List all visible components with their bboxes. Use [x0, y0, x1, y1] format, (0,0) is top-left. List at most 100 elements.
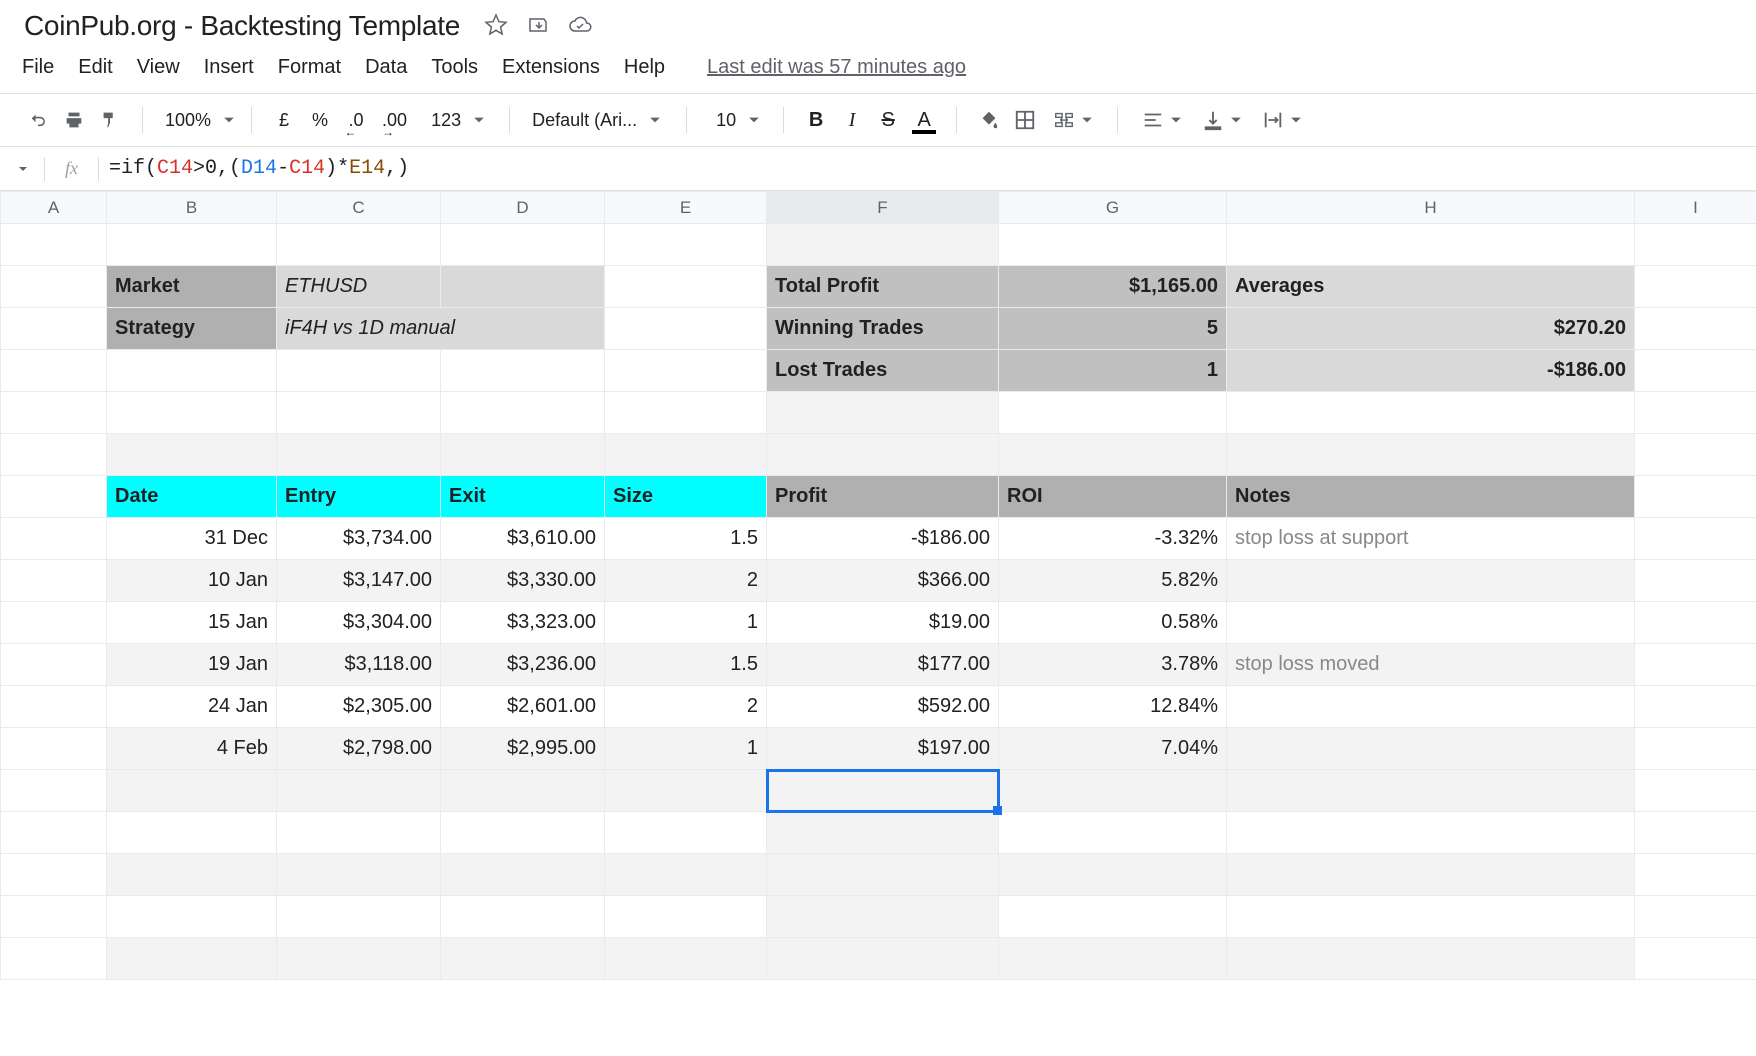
fill-color-icon[interactable] — [973, 104, 1005, 136]
document-title[interactable]: CoinPub.org - Backtesting Template — [24, 10, 460, 42]
decrease-decimal-button[interactable]: .0← — [340, 104, 372, 136]
active-cell[interactable] — [767, 770, 999, 812]
text-color-button[interactable]: A — [908, 104, 940, 136]
cell-date[interactable]: 24 Jan — [107, 686, 277, 728]
col-header-C[interactable]: C — [277, 192, 441, 224]
merge-cells-dropdown[interactable] — [1045, 104, 1101, 136]
col-date[interactable]: Date — [107, 476, 277, 518]
menu-tools[interactable]: Tools — [431, 56, 478, 79]
name-box-dropdown[interactable] — [12, 164, 34, 174]
cell-exit[interactable]: $2,601.00 — [441, 686, 605, 728]
cell-profit[interactable]: $592.00 — [767, 686, 999, 728]
cell-date[interactable]: 10 Jan — [107, 560, 277, 602]
col-header-F[interactable]: F — [767, 192, 999, 224]
increase-decimal-button[interactable]: .00→ — [376, 104, 413, 136]
cell-date[interactable]: 4 Feb — [107, 728, 277, 770]
cell-notes[interactable]: stop loss at support — [1227, 518, 1635, 560]
menu-view[interactable]: View — [137, 56, 180, 79]
cell-notes[interactable] — [1227, 686, 1635, 728]
table-row[interactable]: DateEntryExitSizeProfitROINotes — [1, 476, 1756, 518]
table-row[interactable] — [1, 938, 1756, 980]
cell-profit[interactable]: -$186.00 — [767, 518, 999, 560]
cell-date[interactable]: 19 Jan — [107, 644, 277, 686]
cell-size[interactable]: 1 — [605, 602, 767, 644]
col-entry[interactable]: Entry — [277, 476, 441, 518]
formula-input[interactable]: =if(C14>0,(D14-C14)*E14,) — [109, 157, 1744, 180]
menu-edit[interactable]: Edit — [78, 56, 112, 79]
cell-profit[interactable]: $197.00 — [767, 728, 999, 770]
table-row[interactable]: 24 Jan$2,305.00$2,601.002$592.0012.84% — [1, 686, 1756, 728]
table-row[interactable]: 31 Dec$3,734.00$3,610.001.5-$186.00-3.32… — [1, 518, 1756, 560]
table-row[interactable] — [1, 854, 1756, 896]
cell-size[interactable]: 1.5 — [605, 518, 767, 560]
cell-roi[interactable]: 3.78% — [999, 644, 1227, 686]
last-edit-link[interactable]: Last edit was 57 minutes ago — [707, 56, 966, 79]
borders-icon[interactable] — [1009, 104, 1041, 136]
col-header-D[interactable]: D — [441, 192, 605, 224]
table-row[interactable]: 4 Feb$2,798.00$2,995.001$197.007.04% — [1, 728, 1756, 770]
table-row[interactable] — [1, 434, 1756, 476]
cloud-saved-icon[interactable] — [568, 13, 592, 40]
strikethrough-button[interactable]: S — [872, 104, 904, 136]
cell-profit[interactable]: $366.00 — [767, 560, 999, 602]
table-row[interactable]: 15 Jan$3,304.00$3,323.001$19.000.58% — [1, 602, 1756, 644]
winning-trades-value[interactable]: 5 — [999, 308, 1227, 350]
cell-size[interactable]: 1.5 — [605, 644, 767, 686]
col-header-G[interactable]: G — [999, 192, 1227, 224]
cell-notes[interactable] — [1227, 560, 1635, 602]
cell-exit[interactable]: $3,610.00 — [441, 518, 605, 560]
market-label[interactable]: Market — [107, 266, 277, 308]
table-row[interactable] — [1, 224, 1756, 266]
cell-entry[interactable]: $3,304.00 — [277, 602, 441, 644]
col-header-E[interactable]: E — [605, 192, 767, 224]
strategy-value[interactable]: iF4H vs 1D manual — [277, 308, 605, 350]
menu-insert[interactable]: Insert — [204, 56, 254, 79]
table-row[interactable]: 10 Jan$3,147.00$3,330.002$366.005.82% — [1, 560, 1756, 602]
lost-avg[interactable]: -$186.00 — [1227, 350, 1635, 392]
cell-date[interactable]: 31 Dec — [107, 518, 277, 560]
cell-entry[interactable]: $2,798.00 — [277, 728, 441, 770]
table-row[interactable] — [1, 770, 1756, 812]
currency-button[interactable]: £ — [268, 104, 300, 136]
cell-roi[interactable]: -3.32% — [999, 518, 1227, 560]
table-row[interactable]: 19 Jan$3,118.00$3,236.001.5$177.003.78%s… — [1, 644, 1756, 686]
col-exit[interactable]: Exit — [441, 476, 605, 518]
strategy-label[interactable]: Strategy — [107, 308, 277, 350]
winning-trades-label[interactable]: Winning Trades — [767, 308, 999, 350]
cell-size[interactable]: 2 — [605, 560, 767, 602]
cell-profit[interactable]: $19.00 — [767, 602, 999, 644]
table-row[interactable] — [1, 896, 1756, 938]
col-profit[interactable]: Profit — [767, 476, 999, 518]
text-wrap-dropdown[interactable] — [1254, 104, 1310, 136]
table-row[interactable]: MarketETHUSDTotal Profit$1,165.00Average… — [1, 266, 1756, 308]
font-size-dropdown[interactable]: 10 — [695, 104, 775, 136]
table-row[interactable] — [1, 392, 1756, 434]
font-dropdown[interactable]: Default (Ari... — [518, 104, 678, 136]
table-row[interactable]: Lost Trades1-$186.00 — [1, 350, 1756, 392]
cell-size[interactable]: 2 — [605, 686, 767, 728]
horizontal-align-dropdown[interactable] — [1134, 104, 1190, 136]
col-notes[interactable]: Notes — [1227, 476, 1635, 518]
cell-roi[interactable]: 12.84% — [999, 686, 1227, 728]
print-icon[interactable] — [58, 104, 90, 136]
percent-button[interactable]: % — [304, 104, 336, 136]
menu-help[interactable]: Help — [624, 56, 665, 79]
italic-button[interactable]: I — [836, 104, 868, 136]
cell-notes[interactable] — [1227, 728, 1635, 770]
more-formats-dropdown[interactable]: 123 — [417, 104, 493, 136]
cell-date[interactable]: 15 Jan — [107, 602, 277, 644]
cell-roi[interactable]: 7.04% — [999, 728, 1227, 770]
cell-profit[interactable]: $177.00 — [767, 644, 999, 686]
table-row[interactable] — [1, 812, 1756, 854]
menu-format[interactable]: Format — [278, 56, 341, 79]
total-profit-label[interactable]: Total Profit — [767, 266, 999, 308]
col-header-A[interactable]: A — [1, 192, 107, 224]
cell-entry[interactable]: $2,305.00 — [277, 686, 441, 728]
lost-trades-value[interactable]: 1 — [999, 350, 1227, 392]
cell-notes[interactable] — [1227, 602, 1635, 644]
total-profit-value[interactable]: $1,165.00 — [999, 266, 1227, 308]
cell-entry[interactable]: $3,118.00 — [277, 644, 441, 686]
column-headers[interactable]: A B C D E F G H I — [1, 192, 1756, 224]
zoom-dropdown[interactable]: 100% — [151, 104, 243, 136]
cell-size[interactable]: 1 — [605, 728, 767, 770]
